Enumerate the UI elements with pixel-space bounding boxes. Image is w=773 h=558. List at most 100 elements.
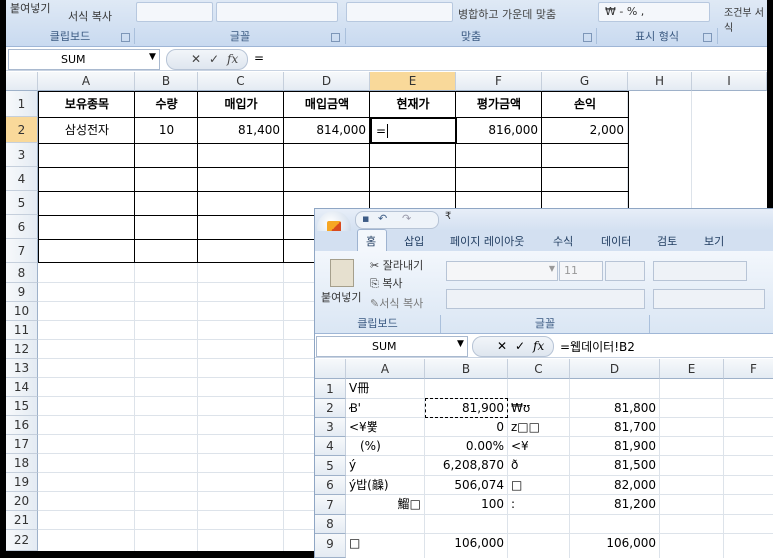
header-cell[interactable]: 평가금액 bbox=[456, 92, 542, 117]
border-fill-buttons[interactable] bbox=[216, 2, 338, 22]
row-header[interactable]: 2 bbox=[315, 399, 346, 418]
column-header[interactable]: G bbox=[542, 72, 628, 91]
copy-button[interactable]: ⎘ 복사 bbox=[370, 275, 403, 291]
cell[interactable]: 100 bbox=[425, 495, 507, 514]
cell[interactable]: 106,000 bbox=[425, 534, 507, 553]
header-cell[interactable]: 수량 bbox=[135, 92, 198, 117]
alignment-launcher-icon[interactable] bbox=[583, 33, 592, 42]
chevron-down-icon[interactable]: ▼ bbox=[457, 339, 464, 349]
cell[interactable]: 0.00% bbox=[425, 437, 507, 456]
copied-cell[interactable]: 81,900 bbox=[425, 398, 508, 418]
formula-input[interactable]: = bbox=[254, 51, 264, 65]
active-cell[interactable]: = bbox=[370, 117, 457, 144]
cell[interactable]: z□□ bbox=[508, 418, 569, 437]
cell[interactable]: ý bbox=[346, 456, 424, 475]
row-header[interactable]: 1 bbox=[6, 91, 38, 117]
cell[interactable]: 0 bbox=[425, 418, 507, 437]
row-header[interactable]: 12 bbox=[6, 340, 38, 359]
row-header[interactable]: 19 bbox=[6, 473, 38, 492]
table-cell[interactable]: 81,400 bbox=[198, 118, 284, 143]
cell[interactable]: 81,900 bbox=[570, 437, 659, 456]
header-cell[interactable]: 현재가 bbox=[370, 92, 456, 117]
row-header[interactable]: 22 bbox=[6, 530, 38, 551]
cell[interactable]: 82,000 bbox=[570, 476, 659, 495]
column-header[interactable]: F bbox=[724, 359, 773, 379]
header-cell[interactable]: 손익 bbox=[542, 92, 628, 117]
clipboard-launcher-icon[interactable] bbox=[121, 33, 130, 42]
font-launcher-icon[interactable] bbox=[331, 33, 340, 42]
cell[interactable]: : bbox=[508, 495, 569, 514]
row-header[interactable]: 1 bbox=[315, 379, 346, 399]
tab-data[interactable]: 데이터 bbox=[601, 233, 631, 249]
row-header[interactable]: 10 bbox=[6, 302, 38, 321]
cell[interactable]: 6,208,870 bbox=[425, 456, 507, 475]
row-header[interactable]: 21 bbox=[6, 511, 38, 530]
formula-input[interactable]: =웹데이터!B2 bbox=[560, 338, 635, 355]
cell[interactable]: 106,000 bbox=[570, 534, 659, 553]
cell[interactable]: <¥ bbox=[508, 437, 569, 456]
cell[interactable]: 81,700 bbox=[570, 418, 659, 437]
column-header[interactable]: C bbox=[198, 72, 284, 91]
table-cell[interactable]: 814,000 bbox=[284, 118, 370, 143]
font-grow-shrink-buttons[interactable] bbox=[605, 261, 645, 281]
row-header[interactable]: 11 bbox=[6, 321, 38, 340]
row-header[interactable]: 2 bbox=[6, 117, 38, 143]
column-header[interactable]: C bbox=[508, 359, 570, 379]
row-header[interactable]: 18 bbox=[6, 454, 38, 473]
table-cell[interactable]: 삼성전자 bbox=[39, 118, 135, 143]
row-header[interactable]: 3 bbox=[315, 418, 346, 437]
header-cell[interactable]: 매입가 bbox=[198, 92, 284, 117]
cut-button[interactable]: ✂ 잘라내기 bbox=[370, 257, 423, 273]
column-header[interactable]: I bbox=[692, 72, 767, 91]
number-format-buttons[interactable]: ₩ - % , bbox=[598, 2, 710, 22]
row-header[interactable]: 8 bbox=[315, 515, 346, 534]
cell[interactable]: Ꞗ' bbox=[346, 399, 424, 418]
format-painter-button[interactable]: ✎서식 복사 bbox=[370, 295, 423, 311]
chevron-down-icon[interactable]: ▼ bbox=[549, 264, 555, 273]
qat-customize-icon[interactable]: ₹ bbox=[445, 211, 451, 222]
chevron-down-icon[interactable]: ▼ bbox=[149, 52, 156, 62]
select-all-corner[interactable] bbox=[6, 72, 38, 91]
row-header[interactable]: 3 bbox=[6, 143, 38, 167]
row-header[interactable]: 8 bbox=[6, 263, 38, 283]
column-header[interactable]: E bbox=[660, 359, 724, 379]
name-box[interactable]: SUM ▼ bbox=[316, 336, 468, 357]
select-all-corner[interactable] bbox=[315, 359, 346, 379]
row-header[interactable]: 6 bbox=[315, 476, 346, 495]
column-header[interactable]: B bbox=[425, 359, 508, 379]
column-header[interactable]: A bbox=[38, 72, 135, 91]
cell[interactable]: ð bbox=[508, 456, 569, 475]
cell[interactable]: ý밥(髞) bbox=[346, 476, 424, 495]
cell[interactable]: (%) bbox=[346, 437, 424, 456]
header-cell[interactable]: 매입금액 bbox=[284, 92, 370, 117]
column-header[interactable]: D bbox=[284, 72, 370, 91]
paste-button[interactable]: 붙여넣기 bbox=[10, 0, 50, 16]
insert-function-icon[interactable]: fx bbox=[227, 52, 238, 66]
quick-access-toolbar[interactable]: ▪ ↶ ↷ bbox=[355, 211, 439, 229]
row-header[interactable]: 17 bbox=[6, 435, 38, 454]
font-name-box[interactable]: ▼ bbox=[446, 261, 558, 281]
tab-home[interactable]: 홈 bbox=[366, 233, 376, 249]
save-icon[interactable]: ▪ bbox=[362, 212, 369, 225]
row-header[interactable]: 15 bbox=[6, 397, 38, 416]
cell[interactable]: V冊 bbox=[346, 379, 424, 398]
format-painter-button[interactable]: 서식 복사 bbox=[68, 8, 112, 24]
paste-button[interactable]: 붙여넣기 bbox=[321, 289, 361, 305]
cell[interactable]: 81,500 bbox=[570, 456, 659, 475]
undo-icon[interactable]: ↶ bbox=[378, 212, 387, 225]
tab-formulas[interactable]: 수식 bbox=[553, 233, 573, 249]
header-cell[interactable]: 보유종목 bbox=[39, 92, 135, 117]
number-launcher-icon[interactable] bbox=[703, 33, 712, 42]
row-header[interactable]: 4 bbox=[6, 167, 38, 191]
tab-review[interactable]: 검토 bbox=[657, 233, 677, 249]
font-size-box[interactable]: 11 bbox=[559, 261, 603, 281]
column-header[interactable]: B bbox=[135, 72, 198, 91]
name-box[interactable]: SUM ▼ bbox=[8, 49, 160, 70]
merge-center-button[interactable]: 병합하고 가운데 맞춤 bbox=[458, 6, 556, 22]
row-header[interactable]: 5 bbox=[315, 456, 346, 476]
cell[interactable]: 鰡□ bbox=[346, 495, 424, 514]
align-horizontal-buttons[interactable] bbox=[653, 289, 765, 309]
conditional-format-button[interactable]: 조건부 서식 bbox=[724, 4, 764, 34]
column-header[interactable]: F bbox=[456, 72, 542, 91]
row-header[interactable]: 20 bbox=[6, 492, 38, 511]
